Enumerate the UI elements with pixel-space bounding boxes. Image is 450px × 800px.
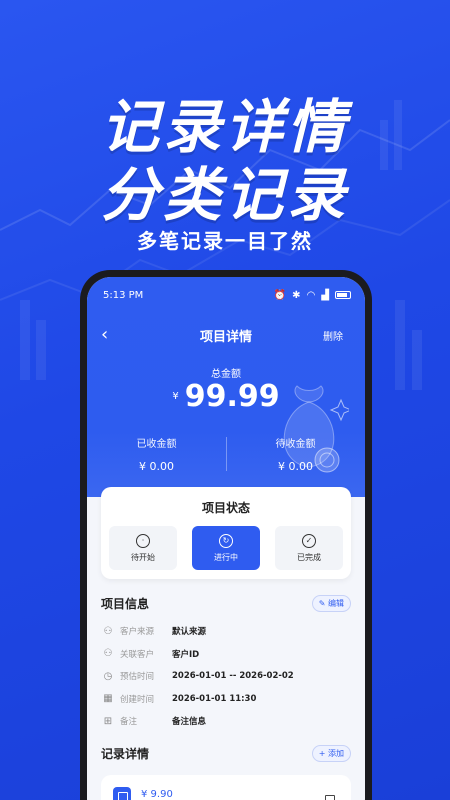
- grid-icon: ⊞: [103, 715, 113, 727]
- page-title: 项目详情: [199, 329, 252, 345]
- pending-summary: 待收金额 ¥ 0.00: [226, 435, 365, 473]
- receipt-icon: [113, 787, 131, 800]
- received-label: 已收金额: [136, 439, 177, 450]
- total-label: 总金额: [211, 369, 241, 380]
- status-option-not-started[interactable]: · 待开始: [109, 526, 177, 570]
- calendar-icon: ▦: [103, 693, 113, 705]
- wifi-icon: ◠: [306, 289, 316, 301]
- info-row-customer-source: ⚇ 客户来源 默认来源: [101, 620, 351, 643]
- bluetooth-icon: ✱: [292, 289, 301, 301]
- info-key: 客户来源: [120, 627, 155, 638]
- clock-icon: ◷: [103, 670, 113, 682]
- progress-icon: ↻: [219, 533, 233, 548]
- chevron-left-icon[interactable]: ‹: [101, 326, 108, 344]
- promo-subline: 多笔记录一目了然: [137, 229, 313, 253]
- status-bar: 5:13 PM ⏰ ✱ ◠ ▟: [103, 288, 351, 302]
- info-value: 2026-01-01 -- 2026-02-02: [172, 671, 294, 682]
- summary-header: 5:13 PM ⏰ ✱ ◠ ▟ ‹ 项目详情 删除 总金额 ¥99.99 已收金…: [87, 277, 365, 497]
- project-info-title: 项目信息: [101, 597, 150, 611]
- info-key: 关联客户: [120, 649, 155, 660]
- info-value: 2026-01-01 11:30: [172, 693, 257, 704]
- add-record-button[interactable]: + 添加: [311, 745, 351, 762]
- status-option-label: 已完成: [297, 552, 321, 562]
- info-key: 备注: [120, 717, 138, 728]
- info-row-estimated-time: ◷ 预估时间 2026-01-01 -- 2026-02-02: [101, 665, 351, 688]
- project-status-title: 项目状态: [201, 501, 250, 515]
- phone-frame: 5:13 PM ⏰ ✱ ◠ ▟ ‹ 项目详情 删除 总金额 ¥99.99 已收金…: [80, 270, 372, 800]
- info-row-created-time: ▦ 创建时间 2026-01-01 11:30: [101, 688, 351, 711]
- info-key: 预估时间: [120, 672, 155, 683]
- status-time: 5:13 PM: [103, 289, 144, 301]
- total-amount: 99.99: [184, 379, 280, 414]
- status-option-in-progress[interactable]: ↻ 进行中: [192, 526, 260, 570]
- pending-value: ¥ 0.00: [278, 460, 313, 473]
- document-icon[interactable]: [325, 795, 335, 800]
- info-row-remark: ⊞ 备注 备注信息: [101, 710, 351, 733]
- check-circle-icon: ✓: [302, 533, 316, 548]
- received-value: ¥ 0.00: [139, 460, 174, 473]
- alarm-icon: ⏰: [273, 289, 287, 301]
- info-value: 备注信息: [172, 717, 207, 728]
- summary-divider: [226, 437, 227, 471]
- records-section: 记录详情 + 添加: [101, 745, 351, 762]
- info-key: 创建时间: [120, 694, 155, 705]
- project-status-card: 项目状态 · 待开始 ↻ 进行中 ✓ 已完成: [101, 487, 351, 579]
- edit-button[interactable]: ✎ 编辑: [311, 595, 351, 612]
- promo-headline-2: 分类记录: [100, 161, 349, 229]
- person-icon: ⚇: [103, 625, 113, 637]
- record-item[interactable]: ¥ 9.90: [101, 775, 351, 800]
- status-option-completed[interactable]: ✓ 已完成: [275, 526, 343, 570]
- records-title: 记录详情: [101, 747, 150, 761]
- currency-symbol: ¥: [172, 391, 179, 402]
- clock-icon: ·: [136, 533, 150, 548]
- info-value: 默认来源: [172, 627, 207, 638]
- pending-label: 待收金额: [275, 439, 316, 450]
- delete-button[interactable]: 删除: [323, 328, 343, 343]
- info-row-linked-customer: ⚇ 关联客户 客户ID: [101, 643, 351, 666]
- phone-screen: 5:13 PM ⏰ ✱ ◠ ▟ ‹ 项目详情 删除 总金额 ¥99.99 已收金…: [87, 277, 365, 800]
- battery-icon: [335, 291, 351, 299]
- person-icon: ⚇: [103, 648, 113, 660]
- info-value: 客户ID: [172, 649, 200, 660]
- record-amount: ¥ 9.90: [141, 789, 173, 800]
- received-summary: 已收金额 ¥ 0.00: [87, 435, 226, 473]
- status-option-label: 进行中: [214, 552, 238, 562]
- signal-icon: ▟: [321, 289, 329, 301]
- status-option-label: 待开始: [131, 552, 155, 562]
- edit-label: 编辑: [328, 599, 344, 608]
- project-info-section: 项目信息 ✎ 编辑 ⚇ 客户来源 默认来源 ⚇ 关联客户 客户ID ◷ 预估时间…: [101, 595, 351, 733]
- nav-bar: ‹ 项目详情 删除: [87, 325, 365, 345]
